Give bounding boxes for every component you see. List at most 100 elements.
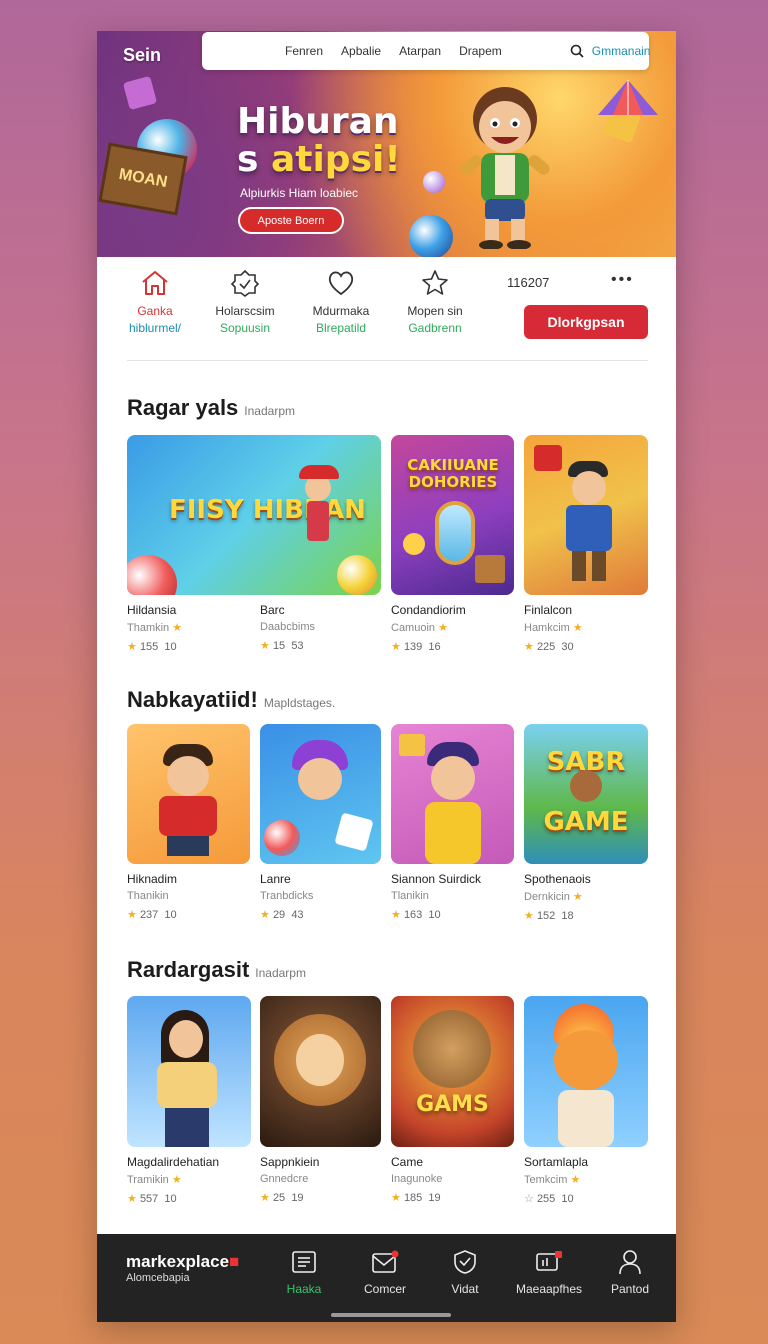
game-card[interactable]: Sortamlapla Temkcim ★ ☆ 255 10 bbox=[524, 996, 648, 1205]
game-rating: ★ 557 10 bbox=[127, 1193, 177, 1205]
nav-link[interactable]: Atarpan bbox=[399, 44, 441, 58]
category-badge[interactable]: Holarscsim Sopuusin bbox=[195, 269, 295, 337]
star-icon bbox=[422, 270, 448, 295]
marketplace-logo[interactable]: markexplace■ bbox=[126, 1252, 239, 1272]
section-title: Rardargasit Inadarpm bbox=[127, 957, 306, 983]
character-leg bbox=[592, 551, 606, 581]
block-decoration bbox=[534, 445, 562, 471]
star-icon: ★ bbox=[524, 641, 534, 653]
ball-decoration bbox=[337, 555, 377, 595]
bottom-nav-label: Haaka bbox=[286, 1282, 322, 1296]
game-art-title: CAKIIUANE DOHORIES bbox=[407, 456, 499, 491]
crate-decoration bbox=[475, 555, 505, 583]
game-card[interactable]: CAKIIUANE DOHORIES Condandiorim Camuoin … bbox=[391, 435, 514, 653]
home-indicator[interactable] bbox=[331, 1313, 451, 1317]
game-thumbnail bbox=[260, 724, 381, 864]
nav-link[interactable]: Apbalie bbox=[341, 44, 381, 58]
bottom-nav-item[interactable]: Maeaapfhes bbox=[511, 1248, 587, 1296]
category-sublabel: hiblurmel/ bbox=[128, 321, 182, 335]
character-legs bbox=[165, 1108, 209, 1147]
bottom-nav-label: Vidat bbox=[451, 1282, 479, 1296]
nav-link[interactable]: Drapem bbox=[459, 44, 502, 58]
game-card[interactable]: Magdalirdehatian Tramikin ★ ★ 557 10 bbox=[127, 996, 251, 1205]
game-rating: ★ 185 19 bbox=[391, 1192, 441, 1204]
more-options-icon[interactable]: ••• bbox=[611, 271, 634, 289]
game-name: Spothenaois bbox=[524, 872, 591, 886]
game-card[interactable]: GAMS Came Inagunoke ★ 185 19 bbox=[391, 996, 514, 1204]
hero-banner[interactable]: MOAN Sein Fenren Apbalie Atarpan Drapem … bbox=[97, 31, 676, 257]
game-developer: Daabcbims bbox=[260, 621, 316, 633]
bottom-nav-item[interactable]: Comcer bbox=[347, 1248, 423, 1296]
character-face bbox=[431, 756, 475, 800]
section-heading: Ragar yals bbox=[127, 395, 239, 420]
lion-face bbox=[413, 1010, 491, 1088]
category-sublabel: Blrepatild bbox=[315, 321, 367, 335]
character-face bbox=[572, 471, 606, 505]
game-developer: Gnnedcre bbox=[260, 1173, 309, 1185]
bottom-nav-item[interactable]: Vidat bbox=[427, 1248, 503, 1296]
category-sublabel: Sopuusin bbox=[219, 321, 271, 335]
star-icon: ★ bbox=[572, 622, 583, 634]
character-face bbox=[298, 758, 342, 800]
game-card[interactable]: Sappnkiein Gnnedcre ★ 25 19 bbox=[260, 996, 381, 1204]
game-thumbnail bbox=[260, 996, 381, 1147]
bottom-nav-label: Pantod bbox=[610, 1282, 650, 1296]
character-body bbox=[159, 796, 217, 836]
star-icon: ★ bbox=[260, 909, 270, 921]
star-icon: ★ bbox=[260, 640, 270, 652]
game-card[interactable]: Hiknadim Thanikin ★ 237 10 bbox=[127, 724, 250, 921]
character-leg bbox=[572, 551, 586, 581]
hero-subtitle: Alpiurkis Hiam loabiec bbox=[240, 186, 359, 200]
character-body bbox=[425, 802, 481, 864]
star-icon: ★ bbox=[391, 1192, 401, 1204]
game-developer: Tranbdicks bbox=[260, 890, 314, 902]
bottom-nav-label: Comcer bbox=[363, 1282, 406, 1296]
search-icon bbox=[570, 44, 584, 58]
character-face bbox=[167, 756, 209, 796]
category-label: Mopen sin bbox=[407, 304, 463, 318]
category-heart[interactable]: Mdurmaka Blrepatild bbox=[291, 269, 391, 337]
message-icon bbox=[536, 1251, 562, 1271]
hero-cta-button[interactable]: Aposte Boern bbox=[238, 207, 344, 234]
game-card[interactable]: Finlalcon Hamkcim ★ ★ 225 30 bbox=[524, 435, 648, 653]
game-thumbnail bbox=[524, 996, 648, 1147]
app-screen: MOAN Sein Fenren Apbalie Atarpan Drapem … bbox=[97, 31, 676, 1322]
logo-subtitle: Alomcebapia bbox=[126, 1272, 190, 1284]
nav-link[interactable]: Fenren bbox=[285, 44, 323, 58]
star-icon: ★ bbox=[391, 909, 401, 921]
game-rating: ★ 237 10 bbox=[127, 909, 177, 921]
star-icon: ★ bbox=[127, 641, 137, 653]
game-rating: ★ 155 10 bbox=[127, 641, 177, 653]
game-developer: Thanikin bbox=[127, 890, 169, 902]
ball-decoration bbox=[264, 820, 300, 856]
character-body bbox=[307, 501, 329, 541]
game-name: Hildansia bbox=[127, 603, 177, 617]
category-action-button[interactable]: Dlorkgpsan bbox=[524, 305, 648, 339]
wooden-sign: MOAN bbox=[98, 142, 188, 216]
search-button[interactable]: Gmmanain bbox=[570, 44, 650, 58]
ball-decoration bbox=[423, 171, 445, 193]
game-thumbnail bbox=[391, 724, 514, 864]
game-card[interactable]: Siannon Suirdick Tlanikin ★ 163 10 bbox=[391, 724, 514, 921]
bottom-nav-bar: markexplace■ Alomcebapia Haaka Comcer Vi… bbox=[97, 1234, 676, 1322]
category-home[interactable]: Ganka hiblurmel/ bbox=[105, 269, 205, 337]
star-icon: ★ bbox=[127, 1193, 137, 1205]
divider bbox=[127, 360, 648, 361]
category-label: Mdurmaka bbox=[312, 304, 370, 318]
category-star[interactable]: Mopen sin Gadbrenn bbox=[385, 269, 485, 337]
hero-title: Hiburan s atipsi! bbox=[237, 103, 401, 179]
list-icon bbox=[292, 1251, 316, 1273]
game-info[interactable]: Barc Daabcbims ★ 15 53 bbox=[260, 595, 370, 652]
star-icon: ★ bbox=[260, 1192, 270, 1204]
brand-logo[interactable]: Sein bbox=[123, 45, 161, 66]
game-card[interactable]: Lanre Tranbdicks ★ 29 43 bbox=[260, 724, 381, 921]
bottom-nav-item[interactable]: Pantod bbox=[592, 1248, 668, 1296]
game-rating: ★ 29 43 bbox=[260, 909, 304, 921]
bottom-nav-item[interactable]: Haaka bbox=[266, 1248, 342, 1296]
star-icon: ★ bbox=[127, 909, 137, 921]
game-card[interactable]: SABR GAME Spothenaois Dernkicin ★ ★ 152 … bbox=[524, 724, 648, 922]
category-row: Ganka hiblurmel/ Holarscsim Sopuusin Mdu… bbox=[97, 257, 676, 362]
game-rating: ★ 139 16 bbox=[391, 641, 441, 653]
game-rating: ★ 152 18 bbox=[524, 910, 574, 922]
game-developer: Hamkcim ★ bbox=[524, 622, 583, 634]
